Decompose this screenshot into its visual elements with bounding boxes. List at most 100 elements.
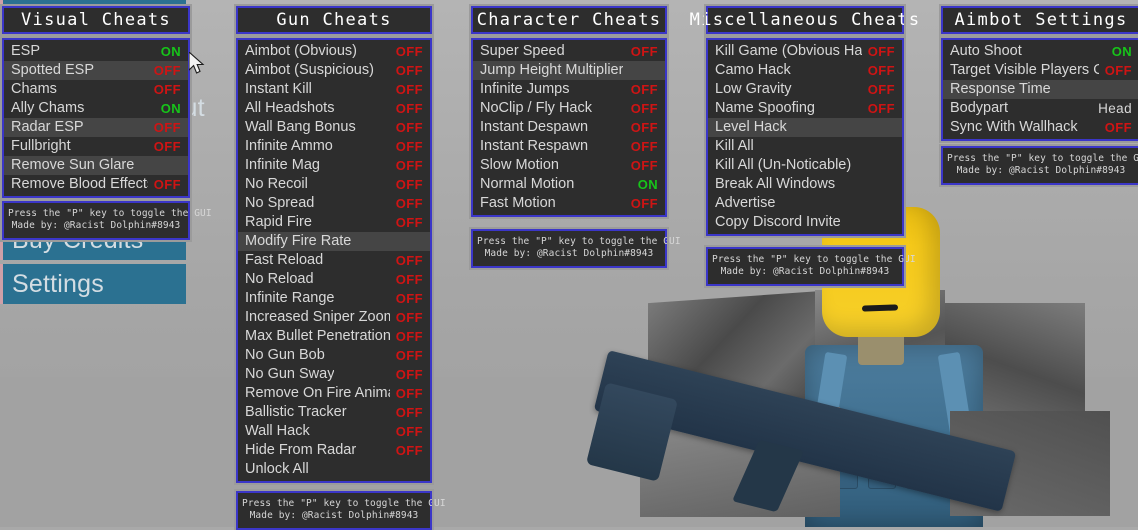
cheat-value[interactable]: OFF [390, 406, 423, 419]
cheat-row[interactable]: Hide From Radar OFF [238, 441, 430, 460]
cheat-value[interactable]: OFF [390, 178, 423, 191]
cheat-row[interactable]: Normal Motion ON [473, 175, 665, 194]
cheat-value[interactable]: OFF [390, 368, 423, 381]
cheat-value[interactable]: OFF [625, 121, 658, 134]
cheat-row[interactable]: Kill All (Un-Noticable) [708, 156, 902, 175]
cheat-value[interactable]: ON [1106, 45, 1132, 58]
cheat-row[interactable]: Fast Motion OFF [473, 194, 665, 213]
cheat-value[interactable]: OFF [390, 140, 423, 153]
cheat-row[interactable]: Ballistic Tracker OFF [238, 403, 430, 422]
cheat-value[interactable]: OFF [390, 159, 423, 172]
cheat-row[interactable]: Wall Bang Bonus OFF [238, 118, 430, 137]
cheat-row[interactable]: Break All Windows [708, 175, 902, 194]
cheat-row[interactable]: Response Time [943, 80, 1138, 99]
cheat-value[interactable]: OFF [1099, 64, 1132, 77]
cheat-row[interactable]: Wall Hack OFF [238, 422, 430, 441]
cheat-row[interactable]: Level Hack [708, 118, 902, 137]
cheat-value[interactable]: OFF [148, 140, 181, 153]
cheat-row[interactable]: Modify Fire Rate [238, 232, 430, 251]
cheat-row[interactable]: Copy Discord Invite [708, 213, 902, 232]
cheat-value[interactable]: OFF [390, 387, 423, 400]
cheat-value[interactable]: OFF [390, 216, 423, 229]
cheat-value[interactable]: OFF [390, 121, 423, 134]
cheat-row[interactable]: Aimbot (Suspicious) OFF [238, 61, 430, 80]
cheat-row[interactable]: Fast Reload OFF [238, 251, 430, 270]
cheat-value[interactable]: OFF [625, 83, 658, 96]
cheat-row[interactable]: No Gun Bob OFF [238, 346, 430, 365]
cheat-value[interactable]: OFF [862, 45, 895, 58]
cheat-value[interactable]: OFF [390, 444, 423, 457]
cheat-value[interactable]: OFF [390, 330, 423, 343]
cheat-row[interactable]: Auto Shoot ON [943, 42, 1138, 61]
cheat-row[interactable]: No Gun Sway OFF [238, 365, 430, 384]
cheat-value[interactable]: OFF [390, 425, 423, 438]
cheat-row[interactable]: Name Spoofing OFF [708, 99, 902, 118]
cheat-row[interactable]: Kill Game (Obvious Hacking)OFF [708, 42, 902, 61]
cheat-row[interactable]: NoClip / Fly Hack OFF [473, 99, 665, 118]
cheat-row[interactable]: Increased Sniper Zoom OFF [238, 308, 430, 327]
cheat-row[interactable]: Instant Respawn OFF [473, 137, 665, 156]
cheat-row[interactable]: Radar ESP OFF [4, 118, 188, 137]
cheat-row[interactable]: Slow Motion OFF [473, 156, 665, 175]
cheat-value[interactable]: OFF [625, 140, 658, 153]
cheat-value[interactable]: OFF [625, 159, 658, 172]
cheat-value[interactable]: OFF [390, 45, 423, 58]
cheat-value[interactable]: OFF [148, 121, 181, 134]
cheat-row[interactable]: Infinite Range OFF [238, 289, 430, 308]
cheat-row[interactable]: No Spread OFF [238, 194, 430, 213]
cheat-row[interactable]: Ally Chams ON [4, 99, 188, 118]
cheat-value[interactable]: OFF [862, 102, 895, 115]
cheat-row[interactable]: ESP ON [4, 42, 188, 61]
menu-button-settings[interactable]: Settings [0, 264, 186, 304]
cheat-value[interactable]: OFF [625, 102, 658, 115]
cheat-value[interactable]: OFF [148, 64, 181, 77]
cheat-value[interactable]: OFF [148, 178, 181, 191]
cheat-row[interactable]: Aimbot (Obvious) OFF [238, 42, 430, 61]
cheat-value[interactable]: OFF [390, 83, 423, 96]
cheat-value[interactable]: ON [155, 102, 181, 115]
cheat-row[interactable]: Max Bullet Penetration OFF [238, 327, 430, 346]
cheat-row[interactable]: Infinite Ammo OFF [238, 137, 430, 156]
cheat-row[interactable]: Camo Hack OFF [708, 61, 902, 80]
cheat-value[interactable]: OFF [625, 197, 658, 210]
cheat-value[interactable]: OFF [390, 102, 423, 115]
cheat-value[interactable]: OFF [625, 45, 658, 58]
cheat-row[interactable]: Chams OFF [4, 80, 188, 99]
cheat-row[interactable]: Super Speed OFF [473, 42, 665, 61]
cheat-value[interactable]: OFF [390, 292, 423, 305]
cheat-row[interactable]: Spotted ESP OFF [4, 61, 188, 80]
cheat-row[interactable]: Unlock All [238, 460, 430, 479]
cheat-row[interactable]: Infinite Jumps OFF [473, 80, 665, 99]
cheat-row[interactable]: Remove Sun Glare [4, 156, 188, 175]
cheat-row[interactable]: No Recoil OFF [238, 175, 430, 194]
cheat-value[interactable]: OFF [390, 254, 423, 267]
cheat-row[interactable]: Target Visible Players OnlyOFF [943, 61, 1138, 80]
cheat-row[interactable]: Kill All [708, 137, 902, 156]
cheat-row[interactable]: Instant Kill OFF [238, 80, 430, 99]
cheat-value[interactable]: OFF [148, 83, 181, 96]
cheat-value[interactable]: OFF [862, 83, 895, 96]
cheat-row[interactable]: Remove Blood Effects OFF [4, 175, 188, 194]
cheat-row[interactable]: All Headshots OFF [238, 99, 430, 118]
cheat-row[interactable]: Remove On Fire AnimationOFF [238, 384, 430, 403]
cheat-value[interactable]: OFF [390, 197, 423, 210]
cheat-value[interactable]: ON [155, 45, 181, 58]
cheat-row[interactable]: Fullbright OFF [4, 137, 188, 156]
cheat-value[interactable]: ON [632, 178, 658, 191]
cheat-row[interactable]: Advertise [708, 194, 902, 213]
cheat-row[interactable]: Sync With Wallhack OFF [943, 118, 1138, 137]
cheat-value[interactable]: Head [1092, 102, 1132, 116]
cheat-value[interactable]: OFF [390, 311, 423, 324]
cheat-row[interactable]: Bodypart Head [943, 99, 1138, 118]
cheat-row[interactable]: Jump Height Multiplier [473, 61, 665, 80]
cheat-row[interactable]: Rapid Fire OFF [238, 213, 430, 232]
cheat-value[interactable]: OFF [1099, 121, 1132, 134]
cheat-row[interactable]: Instant Despawn OFF [473, 118, 665, 137]
cheat-value[interactable]: OFF [862, 64, 895, 77]
cheat-row[interactable]: Infinite Mag OFF [238, 156, 430, 175]
cheat-row[interactable]: Low Gravity OFF [708, 80, 902, 99]
cheat-row[interactable]: No Reload OFF [238, 270, 430, 289]
cheat-value[interactable]: OFF [390, 273, 423, 286]
cheat-value[interactable]: OFF [390, 64, 423, 77]
cheat-value[interactable]: OFF [390, 349, 423, 362]
